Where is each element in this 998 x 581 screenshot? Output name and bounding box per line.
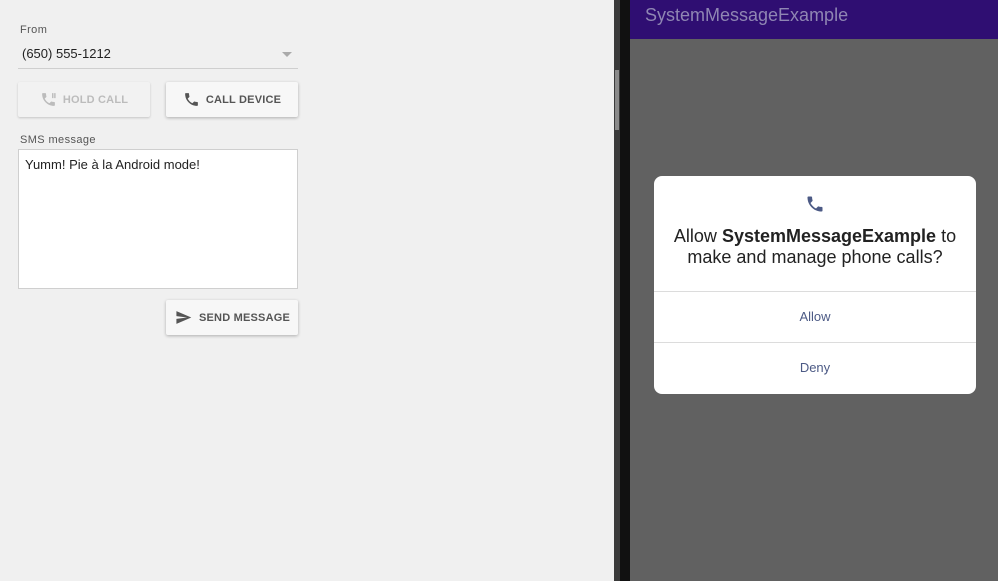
- chevron-down-icon: [282, 52, 292, 57]
- hold-call-button[interactable]: HOLD CALL: [18, 82, 150, 117]
- sms-message-input[interactable]: Yumm! Pie à la Android mode!: [18, 149, 298, 289]
- phone-icon: [807, 196, 823, 212]
- phone-icon: [184, 93, 198, 106]
- dialog-app-name: SystemMessageExample: [721, 226, 937, 246]
- dialog-message: Allow SystemMessageExample to make and m…: [664, 226, 966, 268]
- send-message-label: SEND MESSAGE: [198, 311, 291, 324]
- app-bar: SystemMessageExample: [630, 0, 998, 39]
- sms-label: SMS message: [20, 134, 96, 146]
- device-frame: SystemMessageExample Allow SystemMessage…: [620, 0, 998, 581]
- from-label: From: [20, 24, 48, 36]
- dialog-message-prefix: Allow: [673, 226, 722, 246]
- send-message-button[interactable]: SEND MESSAGE: [166, 300, 298, 335]
- device-screen: SystemMessageExample Allow SystemMessage…: [630, 0, 998, 581]
- hold-call-label: HOLD CALL: [62, 93, 129, 106]
- permission-dialog: Allow SystemMessageExample to make and m…: [654, 176, 976, 394]
- from-value: (650) 555-1212: [22, 46, 111, 61]
- deny-button[interactable]: Deny: [654, 343, 976, 393]
- app-title: SystemMessageExample: [645, 5, 849, 25]
- send-icon: [176, 311, 192, 324]
- call-device-label: CALL DEVICE: [205, 93, 282, 106]
- emulator-phone-controls: From (650) 555-1212 HOLD CALL CALL DEVIC…: [0, 0, 614, 581]
- allow-button[interactable]: Allow: [654, 292, 976, 342]
- from-select[interactable]: (650) 555-1212: [18, 40, 298, 69]
- phone-paused-icon: [41, 93, 56, 106]
- call-device-button[interactable]: CALL DEVICE: [166, 82, 298, 117]
